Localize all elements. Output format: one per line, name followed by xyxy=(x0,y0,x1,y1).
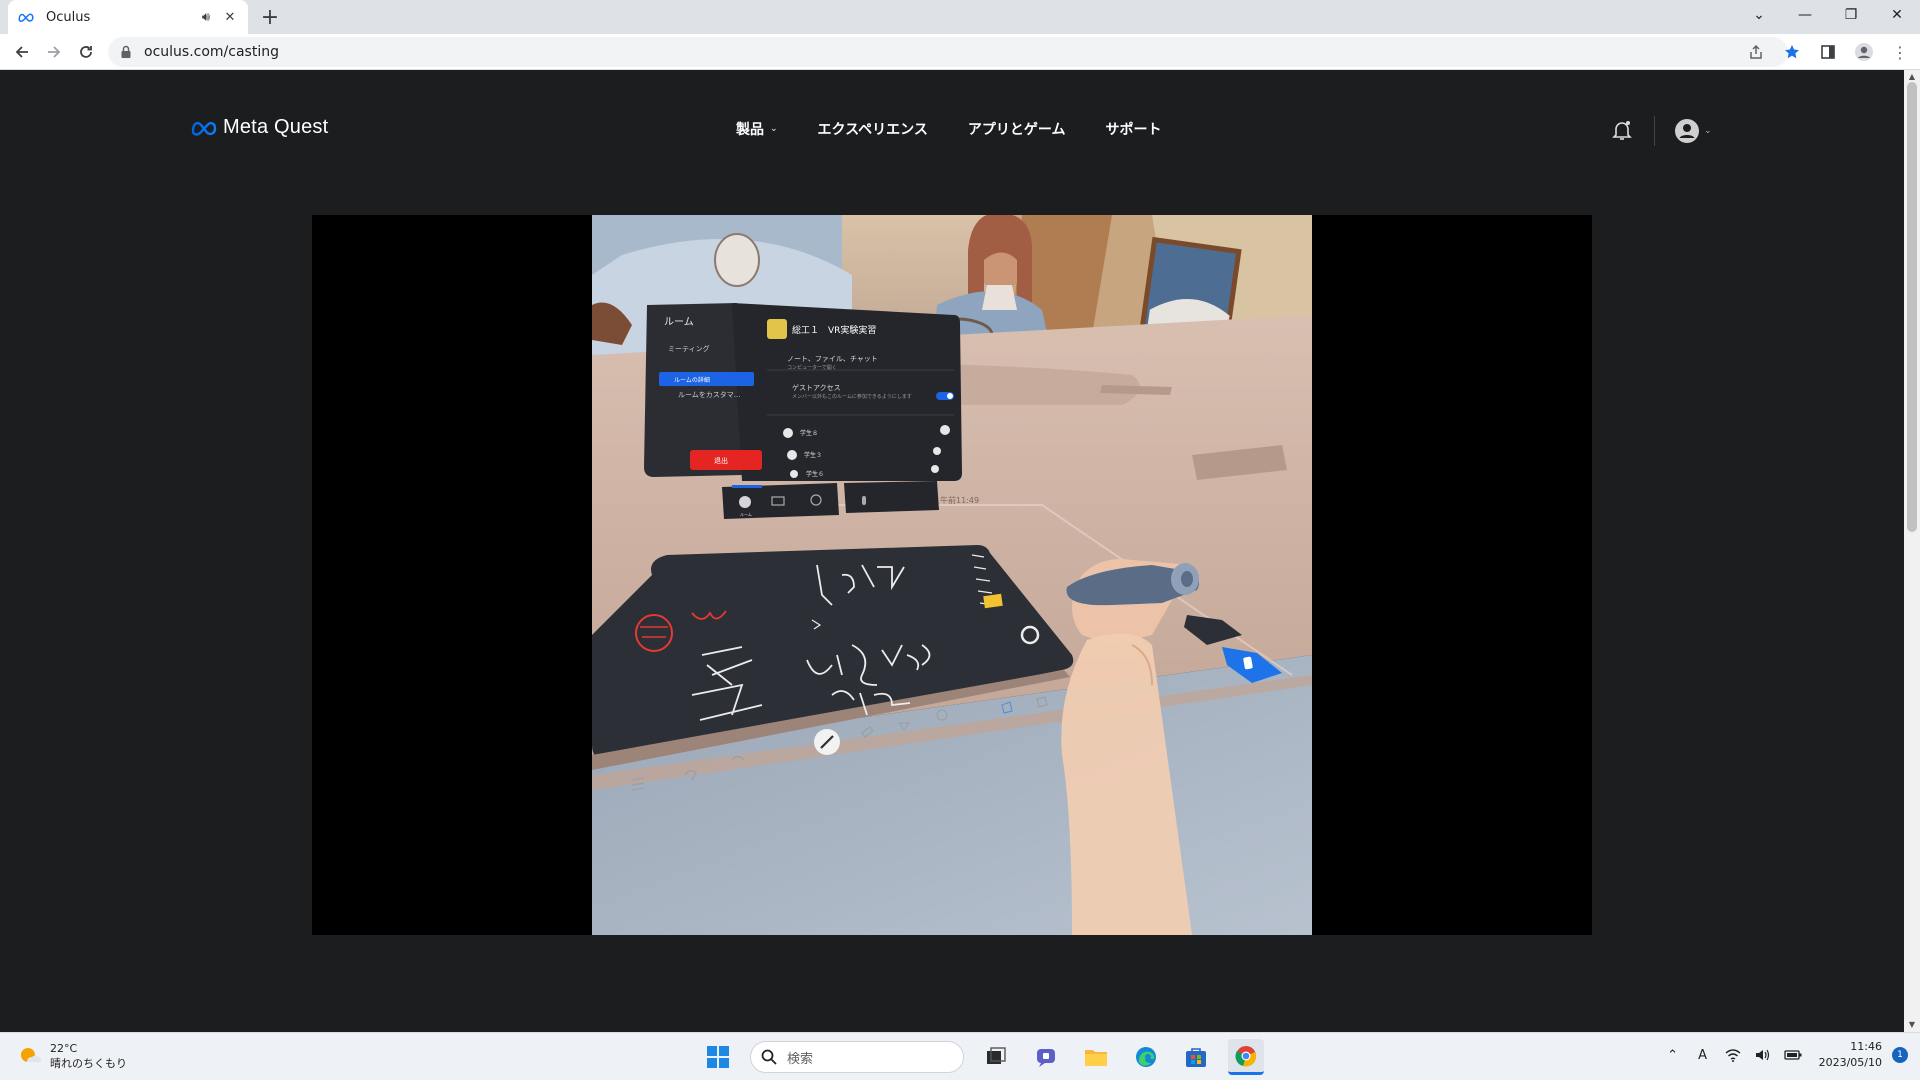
wifi-icon[interactable] xyxy=(1723,1045,1743,1065)
tray-overflow-chevron-icon[interactable]: ⌃ xyxy=(1663,1045,1683,1065)
scrollbar-thumb[interactable] xyxy=(1907,82,1917,532)
clock-date: 2023/05/10 xyxy=(1818,1056,1882,1069)
account-avatar-icon xyxy=(1675,119,1699,143)
file-explorer-icon[interactable] xyxy=(1078,1039,1114,1075)
account-menu[interactable]: ⌄ xyxy=(1674,118,1712,144)
audio-playing-icon[interactable]: 🔊︎ xyxy=(198,9,214,25)
address-bar[interactable]: oculus.com/casting xyxy=(108,37,1788,67)
close-tab-icon[interactable]: ✕ xyxy=(222,9,238,25)
vr-cast-view: ルーム ミーティング ルームの詳細 ルームをカスタマ... 退出 総工１ VR実… xyxy=(592,215,1312,935)
vr-menu-room-details: ルームの詳細 xyxy=(674,376,710,384)
reload-icon[interactable] xyxy=(74,40,98,64)
nav-support[interactable]: サポート xyxy=(1105,119,1161,139)
system-tray: ⌃ A 11:46 2023/05/10 1 xyxy=(1663,1039,1908,1071)
vr-row2-title: ゲストアクセス xyxy=(792,383,841,392)
search-placeholder: 検索 xyxy=(787,1051,814,1067)
battery-icon[interactable] xyxy=(1783,1045,1803,1065)
side-panel-icon[interactable] xyxy=(1816,40,1840,64)
weather-widget[interactable]: 22°C 晴れのちくもり xyxy=(18,1041,127,1071)
browser-toolbar: oculus.com/casting ⋮ xyxy=(0,34,1920,70)
url-text: oculus.com/casting xyxy=(144,44,279,60)
teams-chat-icon[interactable] xyxy=(1028,1039,1064,1075)
window-controls: ⌄ — ❐ ✕ xyxy=(1736,0,1920,30)
close-window-button[interactable]: ✕ xyxy=(1874,0,1920,30)
ime-indicator[interactable]: A xyxy=(1693,1045,1713,1065)
chrome-browser-icon[interactable] xyxy=(1228,1039,1264,1075)
profile-avatar-icon[interactable] xyxy=(1852,40,1876,64)
casting-video-frame[interactable]: ルーム ミーティング ルームの詳細 ルームをカスタマ... 退出 総工１ VR実… xyxy=(312,215,1592,935)
vr-student-2: 学生３ xyxy=(804,451,822,459)
nav-experiences[interactable]: エクスペリエンス xyxy=(818,119,928,139)
page-scrollbar[interactable]: ▲ ▼ xyxy=(1904,70,1920,1032)
notification-bell-icon[interactable] xyxy=(1610,118,1634,142)
site-header: Meta Quest 製品 ⌄ エクスペリエンス アプリとゲーム サポート ⌄ xyxy=(0,70,1904,190)
search-icon xyxy=(761,1049,777,1065)
lock-icon[interactable] xyxy=(120,45,134,59)
new-tab-button[interactable]: + xyxy=(258,5,282,30)
vr-dock-tab-label: ルーム xyxy=(740,512,752,517)
vr-row1-title: ノート、ファイル、チャット xyxy=(787,355,878,363)
tab-strip: Oculus 🔊︎ ✕ + ⌄ — ❐ ✕ xyxy=(0,0,1920,34)
browser-tab-active[interactable]: Oculus 🔊︎ ✕ xyxy=(8,0,248,34)
toolbar-actions: ⋮ xyxy=(1744,40,1912,64)
vr-row2-sub: メンバー以外もこのルームに参加できるようにします xyxy=(792,393,912,400)
nav-apps-games[interactable]: アプリとゲーム xyxy=(968,119,1066,139)
vr-student-1: 学生８ xyxy=(800,429,818,437)
back-icon[interactable] xyxy=(10,40,34,64)
tab-title: Oculus xyxy=(46,9,91,25)
bookmark-star-icon[interactable] xyxy=(1780,40,1804,64)
restore-button[interactable]: ❐ xyxy=(1828,0,1874,30)
tab-search-icon[interactable]: ⌄ xyxy=(1736,0,1782,30)
weather-desc: 晴れのちくもり xyxy=(50,1057,127,1070)
vr-menu-meeting: ミーティング xyxy=(668,344,710,353)
windows-start-icon[interactable] xyxy=(700,1039,736,1075)
chevron-down-icon: ⌄ xyxy=(770,124,778,134)
forward-icon[interactable] xyxy=(42,40,66,64)
vr-room-title: 総工１ VR実験実習 xyxy=(792,324,876,336)
weather-temp: 22°C xyxy=(50,1042,78,1055)
vr-leave-label: 退出 xyxy=(714,456,728,465)
windows-taskbar: 22°C 晴れのちくもり 検索 ⌃ A 11:46 2023/05/10 1 xyxy=(0,1032,1920,1080)
scroll-up-icon[interactable]: ▲ xyxy=(1907,72,1917,82)
nav-products[interactable]: 製品 ⌄ xyxy=(736,119,778,139)
taskbar-search-box[interactable]: 検索 xyxy=(750,1041,964,1073)
notification-count-badge[interactable]: 1 xyxy=(1892,1047,1908,1063)
microsoft-store-icon[interactable] xyxy=(1178,1039,1214,1075)
nav-products-label: 製品 xyxy=(736,122,764,138)
vr-menu-customize: ルームをカスタマ... xyxy=(678,390,740,399)
share-icon[interactable] xyxy=(1744,40,1768,64)
vr-row1-sub: コンピューターで開く xyxy=(787,364,837,371)
page-content: Meta Quest 製品 ⌄ エクスペリエンス アプリとゲーム サポート ⌄ xyxy=(0,70,1904,1032)
task-view-icon[interactable] xyxy=(978,1039,1014,1075)
minimize-button[interactable]: — xyxy=(1782,0,1828,30)
weather-sun-cloud-icon xyxy=(21,1048,42,1062)
clock-time: 11:46 xyxy=(1850,1040,1882,1053)
main-nav: 製品 ⌄ エクスペリエンス アプリとゲーム サポート xyxy=(736,119,1161,139)
meta-favicon-icon xyxy=(18,9,34,25)
vr-time-label: 午前11:49 xyxy=(940,495,979,505)
meta-infinity-icon xyxy=(191,121,217,136)
meta-quest-logo[interactable]: Meta Quest xyxy=(191,116,328,139)
volume-icon[interactable] xyxy=(1753,1045,1773,1065)
vr-student-3: 学生６ xyxy=(806,470,824,478)
account-chevron-icon: ⌄ xyxy=(1704,126,1712,136)
menu-kebab-icon[interactable]: ⋮ xyxy=(1888,40,1912,64)
header-divider xyxy=(1654,116,1655,146)
edge-browser-icon[interactable] xyxy=(1128,1039,1164,1075)
taskbar-apps: 検索 xyxy=(700,1039,1264,1075)
vr-sidebar-title: ルーム xyxy=(664,316,694,328)
brand-name: Meta Quest xyxy=(223,116,329,138)
scroll-down-icon[interactable]: ▼ xyxy=(1907,1020,1917,1030)
taskbar-clock[interactable]: 11:46 2023/05/10 xyxy=(1819,1039,1882,1071)
